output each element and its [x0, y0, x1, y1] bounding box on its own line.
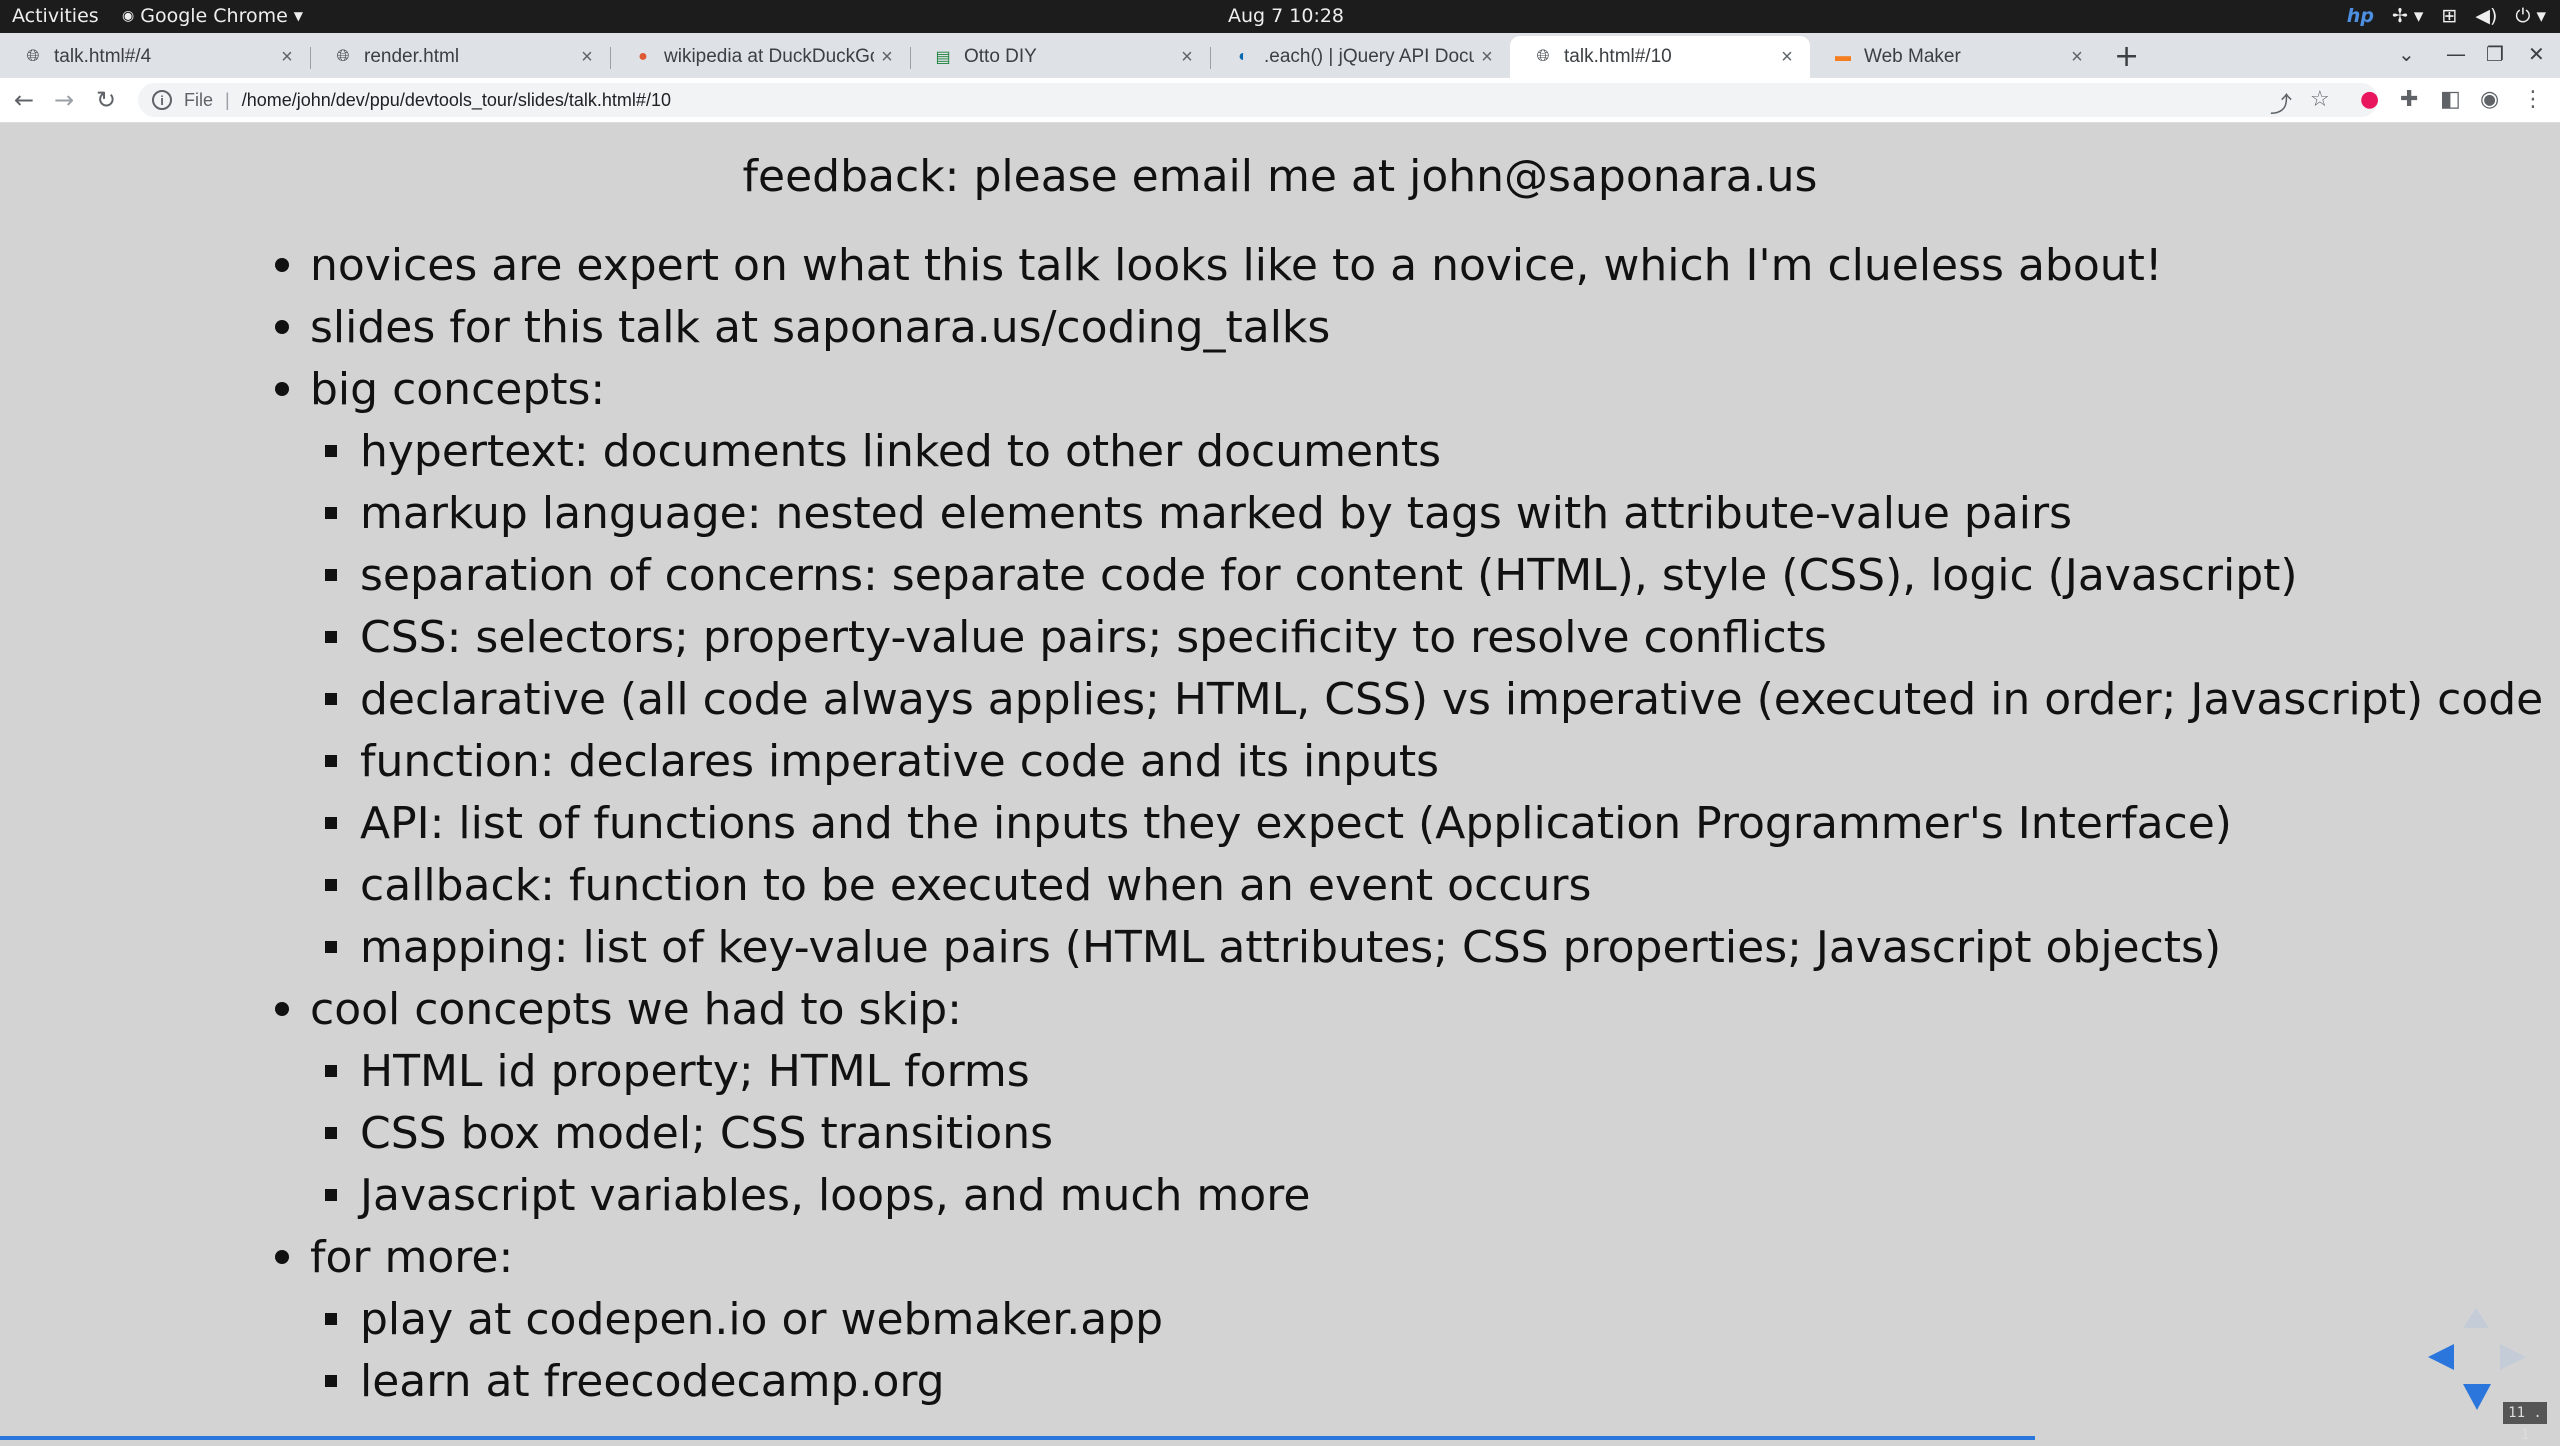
sub-list-item: separation of concerns: separate code fo…: [360, 550, 2298, 601]
system-top-bar: Activities ◉ Google Chrome ▼ Aug 7 10:28…: [0, 0, 2560, 33]
close-icon[interactable]: ×: [1774, 46, 1800, 69]
minimize-icon[interactable]: —: [2446, 42, 2466, 66]
nav-down-arrow-icon[interactable]: [2463, 1384, 2491, 1410]
chevron-down-icon: ▼: [293, 9, 304, 23]
url-text[interactable]: /home/john/dev/ppu/devtools_tour/slides/…: [242, 90, 671, 111]
globe-icon: 🌐︎: [26, 48, 40, 65]
list-item: cool concepts we had to skip:: [310, 984, 962, 1035]
sub-list-item: callback: function to be executed when a…: [360, 860, 1592, 911]
webmaker-icon: ▬: [1835, 48, 1851, 65]
list-item: for more:: [310, 1232, 514, 1283]
tab-title: Otto DIY: [964, 46, 1037, 67]
tab[interactable]: ▤ Otto DIY ×: [910, 36, 1210, 78]
close-icon[interactable]: ×: [2064, 46, 2090, 69]
close-icon[interactable]: ×: [874, 46, 900, 69]
browser-toolbar: ← → ↻ i File | /home/john/dev/ppu/devtoo…: [0, 78, 2560, 123]
volume-icon[interactable]: ◀): [2475, 5, 2497, 27]
duckduckgo-icon: ●: [638, 48, 648, 65]
system-tray[interactable]: hp ✢ ▾ ⊞ ◀) ⏻ ▾: [2347, 5, 2546, 27]
sub-list-item: mapping: list of key-value pairs (HTML a…: [360, 922, 2222, 973]
tab-title: Web Maker: [1864, 46, 1961, 67]
sub-list-item: CSS: selectors; property-value pairs; sp…: [360, 612, 1827, 663]
tab-search-icon[interactable]: ⌄: [2398, 42, 2415, 66]
tab[interactable]: ● wikipedia at DuckDuckGo ×: [610, 36, 910, 78]
nav-left-arrow-icon[interactable]: [2428, 1344, 2454, 1370]
profile-icon[interactable]: ◉: [2480, 87, 2499, 112]
menu-icon[interactable]: ⋮: [2522, 87, 2544, 112]
address-bar[interactable]: i File | /home/john/dev/ppu/devtools_tou…: [138, 83, 2378, 117]
progress-bar: [0, 1436, 2035, 1440]
sub-list-item: declarative (all code always applies; HT…: [360, 674, 2544, 725]
tab[interactable]: ◐ .each() | jQuery API Docum ×: [1210, 36, 1510, 78]
back-icon[interactable]: ←: [14, 86, 34, 114]
nav-right-arrow-icon[interactable]: [2500, 1344, 2526, 1370]
restore-icon[interactable]: ❐: [2486, 42, 2504, 66]
list-item: slides for this talk at saponara.us/codi…: [310, 302, 1331, 353]
chrome-icon: ◉: [122, 8, 135, 24]
record-extension-icon[interactable]: ●: [2360, 87, 2379, 112]
tab-title: .each() | jQuery API Docum: [1264, 46, 1474, 67]
sub-list-item: CSS box model; CSS transitions: [360, 1108, 1054, 1159]
window-close-icon[interactable]: ✕: [2528, 42, 2545, 66]
globe-icon: 🌐︎: [1536, 48, 1550, 65]
power-icon[interactable]: ⏻ ▾: [2515, 5, 2546, 27]
hp-icon[interactable]: hp: [2347, 5, 2374, 27]
bookmark-star-icon[interactable]: ☆: [2310, 87, 2330, 112]
reload-icon[interactable]: ↻: [96, 86, 116, 114]
forward-icon[interactable]: →: [54, 86, 74, 114]
tab[interactable]: ▬ Web Maker ×: [1810, 36, 2100, 78]
close-icon[interactable]: ×: [1474, 46, 1500, 69]
sub-list-item: learn at freecodecamp.org: [360, 1356, 945, 1407]
clock[interactable]: Aug 7 10:28: [1228, 5, 1344, 27]
slide-number: 11 . 1: [2503, 1402, 2547, 1443]
share-icon[interactable]: ⤴: [2270, 87, 2292, 119]
tab-title: talk.html#/10: [1564, 46, 1672, 67]
tab-title: wikipedia at DuckDuckGo: [664, 46, 874, 67]
tab-active[interactable]: 🌐︎ talk.html#/10 ×: [1510, 36, 1810, 78]
sub-list-item: markup language: nested elements marked …: [360, 488, 2073, 539]
network-icon[interactable]: ⊞: [2441, 5, 2457, 27]
close-icon[interactable]: ×: [1174, 46, 1200, 69]
tab-title: render.html: [364, 46, 460, 67]
tab[interactable]: 🌐︎ render.html ×: [310, 36, 610, 78]
activities-button[interactable]: Activities: [12, 5, 99, 27]
tab-title: talk.html#/4: [54, 46, 152, 67]
close-icon[interactable]: ×: [574, 46, 600, 69]
sub-list-item: play at codepen.io or webmaker.app: [360, 1294, 1164, 1345]
tab[interactable]: 🌐︎ talk.html#/4 ×: [0, 36, 310, 78]
jquery-icon: ◐: [1238, 48, 1248, 65]
nav-up-arrow-icon[interactable]: [2463, 1308, 2489, 1328]
list-item: big concepts:: [310, 364, 606, 415]
sub-list-item: API: list of functions and the inputs th…: [360, 798, 2232, 849]
list-item: novices are expert on what this talk loo…: [310, 240, 2163, 291]
new-tab-button[interactable]: +: [2114, 39, 2139, 74]
sub-list-item: hypertext: documents linked to other doc…: [360, 426, 1442, 477]
close-icon[interactable]: ×: [274, 46, 300, 69]
scheme-label: File: [184, 89, 214, 110]
side-panel-icon[interactable]: ◧: [2440, 87, 2461, 112]
sub-list-item: HTML id property; HTML forms: [360, 1046, 1030, 1097]
slide: feedback: please email me at john@sapona…: [0, 123, 2560, 1440]
globe-icon: 🌐︎: [336, 48, 350, 65]
tab-strip: 🌐︎ talk.html#/4 × 🌐︎ render.html × ● wik…: [0, 33, 2560, 78]
slide-title: feedback: please email me at john@sapona…: [742, 151, 1818, 202]
info-icon[interactable]: i: [152, 90, 172, 110]
app-menu[interactable]: ◉ Google Chrome ▼: [122, 5, 303, 27]
accessibility-icon[interactable]: ✢ ▾: [2392, 5, 2424, 27]
sheet-icon: ▤: [935, 49, 951, 66]
sub-list-item: function: declares imperative code and i…: [360, 736, 1440, 787]
sub-list-item: Javascript variables, loops, and much mo…: [360, 1170, 1311, 1221]
app-menu-label: Google Chrome: [140, 5, 288, 27]
extensions-icon[interactable]: ✚: [2400, 87, 2418, 112]
